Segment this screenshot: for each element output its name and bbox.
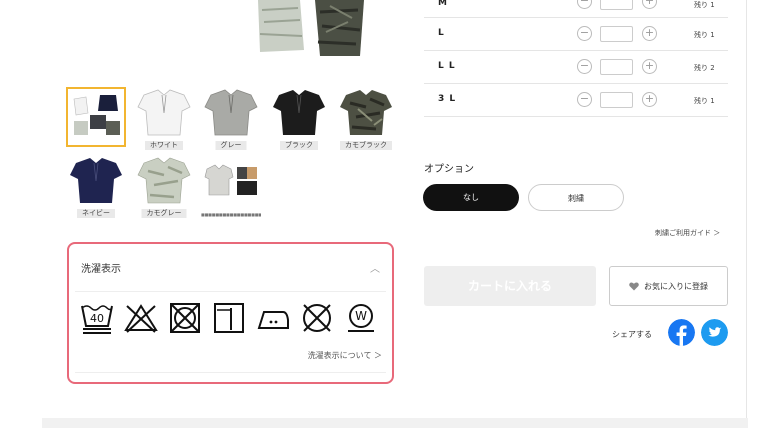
plus-icon[interactable]: +	[642, 0, 657, 9]
shirt-detail-image	[204, 164, 257, 196]
thumbnail-caption: グレー	[215, 141, 247, 150]
thumbnail-camo-black[interactable]: カモブラック	[336, 87, 396, 150]
minus-icon[interactable]: −	[577, 92, 592, 107]
favorite-label: お気に入りに登録	[644, 281, 708, 291]
wash-care-panel: 洗濯表示 ︿ 40 W 洗濯表示について ＞	[67, 242, 394, 384]
wash-care-icons: 40 W	[79, 300, 379, 336]
minus-icon[interactable]: −	[577, 26, 592, 41]
line-dry-icon	[214, 303, 244, 333]
stock-count: 残り 2	[694, 64, 715, 72]
plus-icon[interactable]: +	[642, 92, 657, 107]
shirt-gray-image	[204, 89, 258, 136]
plus-icon[interactable]: +	[642, 59, 657, 74]
add-to-favorites-button[interactable]: お気に入りに登録	[609, 266, 728, 306]
shirt-camo-gray-image	[137, 157, 191, 204]
thumbnail-gray[interactable]: グレー	[201, 87, 261, 150]
size-row-3l: 3 L − + 残り 1	[424, 84, 728, 117]
thumbnail-all-colors[interactable]	[66, 87, 126, 147]
share-label: シェアする	[612, 330, 652, 339]
svg-text:W: W	[355, 309, 367, 323]
option-title: オプション	[424, 164, 474, 175]
thumbnail-black[interactable]: ブラック	[269, 87, 329, 150]
wash-temperature: 40	[90, 312, 104, 325]
thumbnail-white[interactable]: ホワイト	[134, 87, 194, 150]
minus-icon[interactable]: −	[577, 0, 592, 9]
no-tumble-dry-icon	[170, 303, 200, 333]
no-dry-clean-icon	[303, 304, 331, 332]
size-quantity-list: M − + 残り 1 L − + 残り 1 L L − + 残り 2 3 L −…	[424, 0, 728, 117]
detail-fine-print: ■■■■■■■■■■■■■■■■■■■■■■	[201, 213, 261, 217]
shirt-camo-black-image	[340, 90, 392, 135]
option-none-button[interactable]: なし	[423, 184, 519, 211]
shirt-black-image	[273, 90, 325, 135]
quantity-input-l[interactable]	[600, 26, 633, 42]
size-label: M	[438, 0, 448, 8]
wash-care-title: 洗濯表示	[81, 264, 121, 275]
thumbnail-caption: カモブラック	[340, 141, 392, 150]
size-label: L L	[438, 61, 456, 71]
footer-band	[42, 418, 748, 428]
minus-icon[interactable]: −	[577, 59, 592, 74]
quantity-input-m[interactable]	[600, 0, 633, 10]
wash-40-icon: 40	[81, 305, 113, 334]
thumbnail-navy[interactable]: ネイビー	[66, 155, 126, 218]
stock-count: 残り 1	[694, 1, 715, 9]
iron-low-icon	[257, 311, 289, 329]
shirt-navy-image	[70, 158, 122, 203]
size-row-l: L − + 残り 1	[424, 18, 728, 51]
facebook-icon[interactable]	[668, 319, 695, 346]
embroidery-guide-link[interactable]: 刺繍ご利用ガイド ＞	[655, 228, 720, 238]
size-label: 3 L	[438, 94, 457, 104]
size-label: L	[438, 28, 445, 38]
stock-count: 残り 1	[694, 97, 715, 105]
product-main-image	[240, 0, 390, 62]
stock-count: 残り 1	[694, 31, 715, 39]
wet-clean-icon: W	[348, 304, 374, 332]
heart-icon	[629, 281, 639, 290]
plus-icon[interactable]: +	[642, 26, 657, 41]
shirt-white-image	[137, 89, 191, 136]
content-border	[746, 0, 747, 420]
thumbnail-caption: ブラック	[280, 141, 318, 150]
quantity-input-3l[interactable]	[600, 92, 633, 108]
shirt-group-image	[73, 95, 120, 135]
thumbnail-caption: ネイビー	[77, 209, 115, 218]
thumbnail-camo-gray[interactable]: カモグレー	[134, 155, 194, 218]
divider	[75, 372, 386, 373]
thumbnail-caption: ホワイト	[145, 141, 183, 150]
thumbnail-caption: カモグレー	[141, 209, 187, 218]
add-to-cart-button[interactable]: カートに入れる	[424, 266, 596, 306]
no-bleach-icon	[124, 304, 158, 333]
wash-care-info-link[interactable]: 洗濯表示について ＞	[308, 350, 382, 361]
thumbnail-detail[interactable]: ■■■■■■■■■■■■■■■■■■■■■■	[201, 155, 261, 217]
wash-care-header[interactable]: 洗濯表示 ︿	[75, 244, 386, 292]
size-row-ll: L L − + 残り 2	[424, 51, 728, 84]
quantity-input-ll[interactable]	[600, 59, 633, 75]
option-embroidery-button[interactable]: 刺繍	[528, 184, 624, 211]
size-row-m: M − + 残り 1	[424, 0, 728, 18]
chevron-up-icon[interactable]: ︿	[370, 260, 380, 275]
twitter-icon[interactable]	[701, 319, 728, 346]
